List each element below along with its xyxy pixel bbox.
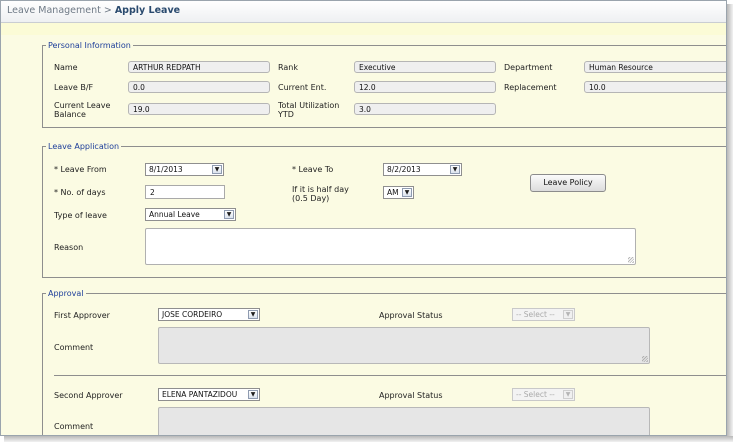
num-days-input[interactable]: 2 — [145, 185, 225, 199]
first-approver-dropdown-arrow-icon[interactable]: ▼ — [248, 310, 258, 319]
second-approval-status-select[interactable]: -- Select -- ▼ — [512, 388, 575, 401]
leave-to-dropdown-arrow-icon[interactable]: ▼ — [450, 165, 460, 174]
first-approval-status-dropdown-arrow-icon[interactable]: ▼ — [563, 310, 573, 319]
replacement-field: 10.0 — [584, 81, 726, 93]
approval-legend: Approval — [48, 289, 84, 298]
total-utilization-field: 3.0 — [354, 103, 496, 115]
current-leave-balance-label-line1: Current Leave — [54, 101, 111, 110]
window-shadow-bottom — [4, 436, 733, 442]
leave-bf-field: 0.0 — [128, 81, 270, 93]
first-approver-value: JOSE CORDEIRO — [162, 310, 223, 319]
half-day-label: If it is half day (0.5 Day) — [292, 185, 349, 203]
leave-from-value: 8/1/2013 — [149, 165, 183, 174]
total-utilization-label: Total Utilization YTD — [278, 101, 339, 119]
second-approver-select[interactable]: ELENA PANTAZIDOU ▼ — [158, 388, 260, 401]
department-label: Department — [504, 63, 553, 72]
rank-field: Executive — [354, 61, 496, 73]
approver-divider — [54, 375, 726, 376]
half-day-value: AM — [387, 188, 399, 197]
personal-information-legend: Personal Information — [48, 41, 131, 50]
first-comment-resize-grip-icon — [642, 356, 648, 362]
half-day-label-line1: If it is half day — [292, 185, 349, 194]
first-approver-select[interactable]: JOSE CORDEIRO ▼ — [158, 308, 260, 321]
leave-to-datepicker[interactable]: 8/2/2013 ▼ — [383, 163, 462, 176]
type-of-leave-dropdown-arrow-icon[interactable]: ▼ — [224, 210, 234, 219]
first-approval-status-label: Approval Status — [379, 311, 443, 320]
apply-leave-window: Leave Management > Apply Leave Personal In… — [0, 0, 727, 436]
second-approval-status-dropdown-arrow-icon[interactable]: ▼ — [563, 390, 573, 399]
name-field: ARTHUR REDPATH — [128, 61, 270, 73]
breadcrumb-current: Apply Leave — [114, 5, 181, 16]
leave-application-legend: Leave Application — [48, 142, 120, 151]
current-ent-label: Current Ent. — [278, 83, 327, 92]
total-utilization-label-line2: YTD — [278, 110, 294, 119]
leave-from-dropdown-arrow-icon[interactable]: ▼ — [212, 165, 222, 174]
first-comment-textarea — [158, 327, 650, 364]
type-of-leave-value: Annual Leave — [149, 210, 200, 219]
second-comment-textarea — [158, 407, 650, 435]
rank-label: Rank — [278, 63, 298, 72]
leave-to-label: * Leave To — [292, 165, 334, 174]
window-shadow-right — [727, 4, 733, 440]
first-approval-status-select[interactable]: -- Select -- ▼ — [512, 308, 575, 321]
reason-textarea[interactable] — [145, 228, 636, 265]
second-approver-dropdown-arrow-icon[interactable]: ▼ — [248, 390, 258, 399]
breadcrumb-separator: > — [103, 5, 112, 16]
first-approver-label: First Approver — [54, 311, 110, 320]
department-field: Human Resource — [584, 61, 726, 73]
leave-bf-label: Leave B/F — [54, 83, 94, 92]
second-approver-label: Second Approver — [54, 391, 123, 400]
total-utilization-label-line1: Total Utilization — [278, 101, 340, 110]
type-of-leave-select[interactable]: Annual Leave ▼ — [145, 208, 236, 221]
leave-policy-button[interactable]: Leave Policy — [530, 174, 606, 192]
current-leave-balance-field: 19.0 — [128, 103, 270, 115]
current-ent-field: 12.0 — [354, 81, 496, 93]
leave-from-datepicker[interactable]: 8/1/2013 ▼ — [145, 163, 224, 176]
half-day-select[interactable]: AM ▼ — [383, 186, 414, 199]
name-label: Name — [54, 63, 78, 72]
second-comment-label: Comment — [54, 422, 94, 431]
half-day-dropdown-arrow-icon[interactable]: ▼ — [402, 188, 412, 197]
breadcrumb: Leave Management > Apply Leave — [1, 1, 726, 23]
current-leave-balance-label: Current Leave Balance — [54, 101, 110, 119]
second-approval-status-value: -- Select -- — [516, 390, 555, 399]
replacement-label: Replacement — [504, 83, 557, 92]
current-leave-balance-label-line2: Balance — [54, 110, 86, 119]
first-approval-status-value: -- Select -- — [516, 310, 555, 319]
second-approver-value: ELENA PANTAZIDOU — [162, 390, 238, 399]
second-approval-status-label: Approval Status — [379, 391, 443, 400]
reason-label: Reason — [54, 243, 84, 252]
leave-to-value: 8/2/2013 — [387, 165, 421, 174]
breadcrumb-parent-link[interactable]: Leave Management — [7, 5, 101, 16]
first-comment-label: Comment — [54, 343, 94, 352]
toolbar-strip — [1, 23, 726, 35]
half-day-label-line2: (0.5 Day) — [292, 194, 330, 203]
leave-from-label: * Leave From — [54, 165, 107, 174]
reason-resize-grip-icon[interactable] — [628, 257, 634, 263]
num-days-label: * No. of days — [54, 188, 106, 197]
type-of-leave-label: Type of leave — [54, 211, 107, 220]
